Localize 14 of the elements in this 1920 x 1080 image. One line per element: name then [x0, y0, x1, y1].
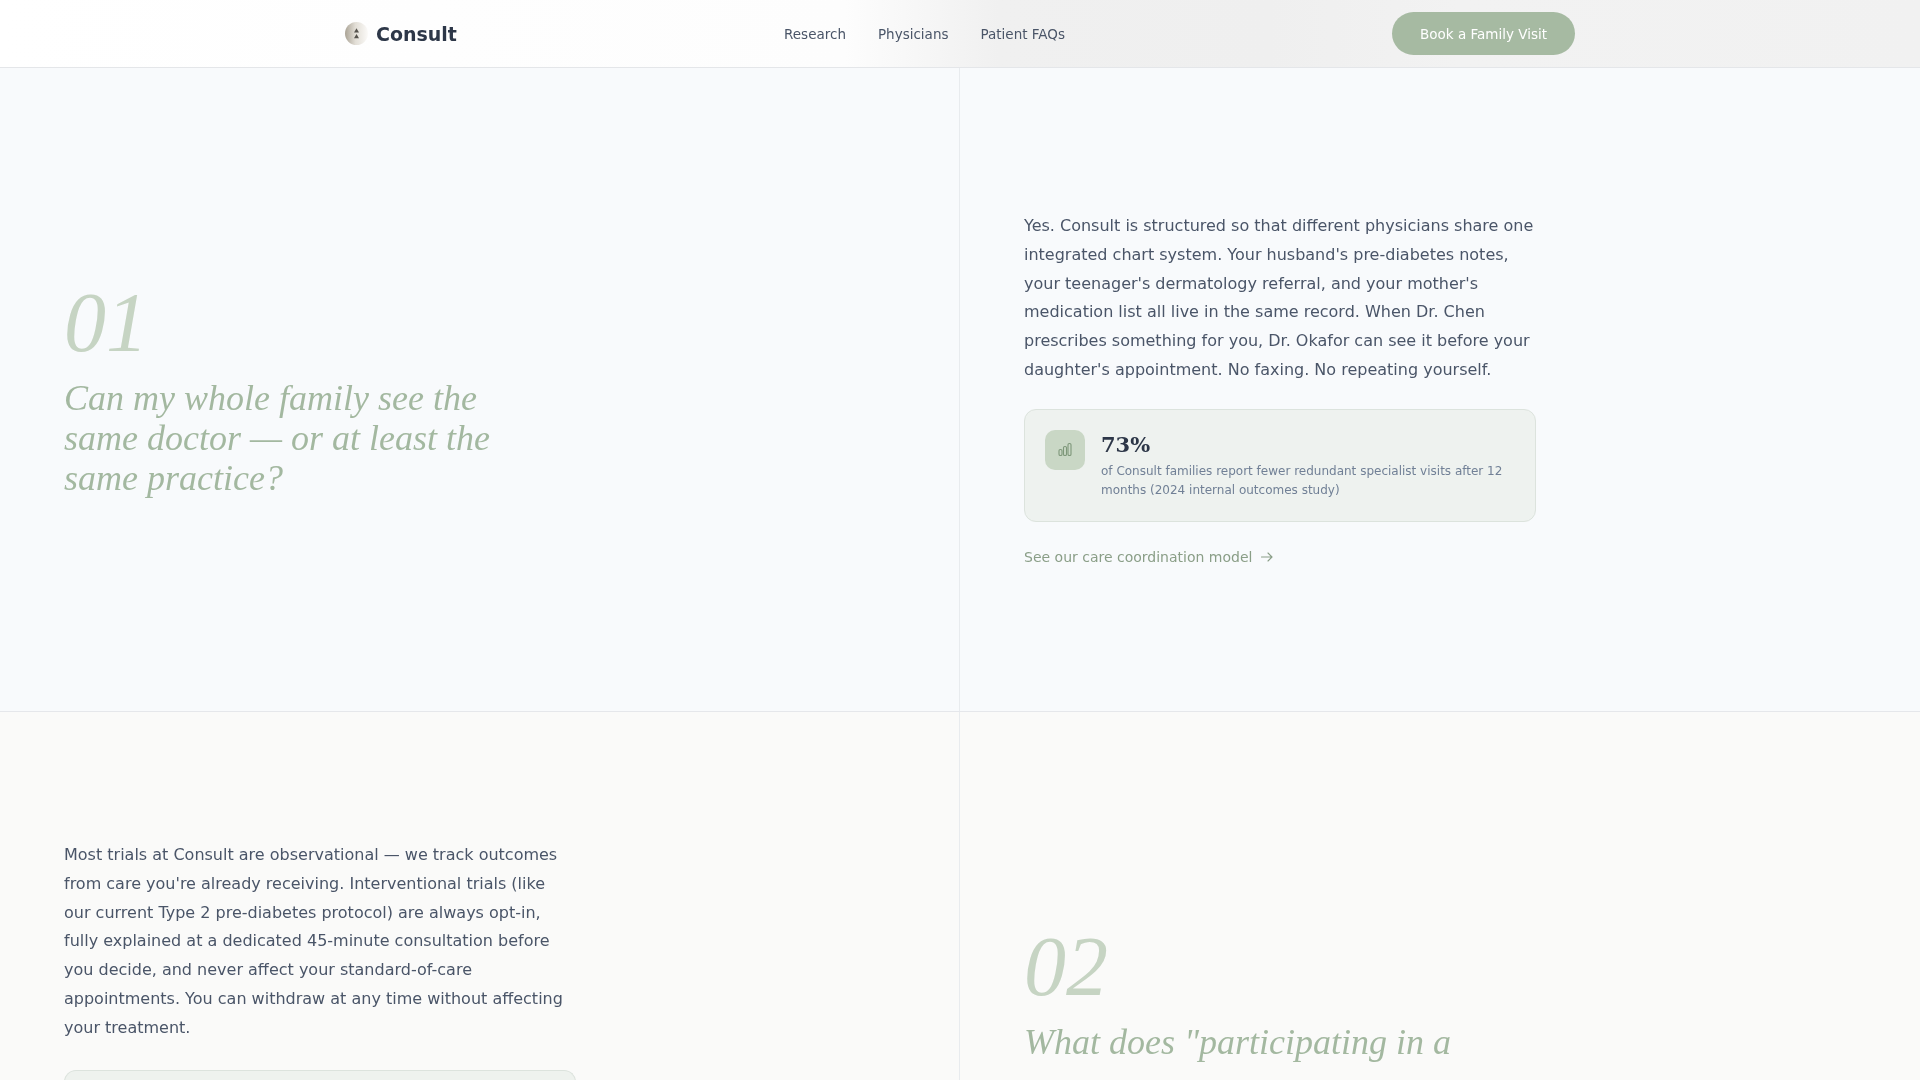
faq-answer: Yes. Consult is structured so that different physicians share one integrated chart system. Your husband's pre-diabetes notes, your teenager's dermatology referral, and your mother's medication list all live in the same record. When Dr. Chen prescribes something for you, Dr. Okafor can see it before your daughter's appointment. No faxing. No repeating yourself.	[1024, 215, 1535, 381]
logo-icon	[345, 22, 368, 45]
nav-link[interactable]: Research	[784, 25, 846, 42]
nav-link[interactable]: Physicians	[877, 25, 949, 42]
stat-value: 73%	[1101, 431, 1152, 458]
stat-description: of Consult families report fewer redundant specialist visits after 12 months (2024 internal outcomes study)	[1101, 462, 1504, 500]
faq-question: What does "participating in a	[1024, 1022, 1452, 1062]
nav-link[interactable]: Patient FAQs	[980, 25, 1065, 42]
faq-answer: Most trials at Consult are observational — we track outcomes from care you're already receiving. Interventional trials (like our current Type 2 pre-diabetes protocol) are always opt-in, fully explained at a dedicated 45-minute consultation before you decide, and never affect your standard-of-care appointments. You can withdraw at any time without affecting your treatment.	[64, 844, 564, 1039]
brand-name: Consult	[376, 22, 457, 45]
bar-chart-icon	[1045, 429, 1085, 470]
arrow-right-icon	[1261, 552, 1274, 562]
faq-number: 01	[64, 281, 149, 365]
faq-question: Can my whole family see the same doctor — or at least the same practice?	[64, 378, 491, 498]
